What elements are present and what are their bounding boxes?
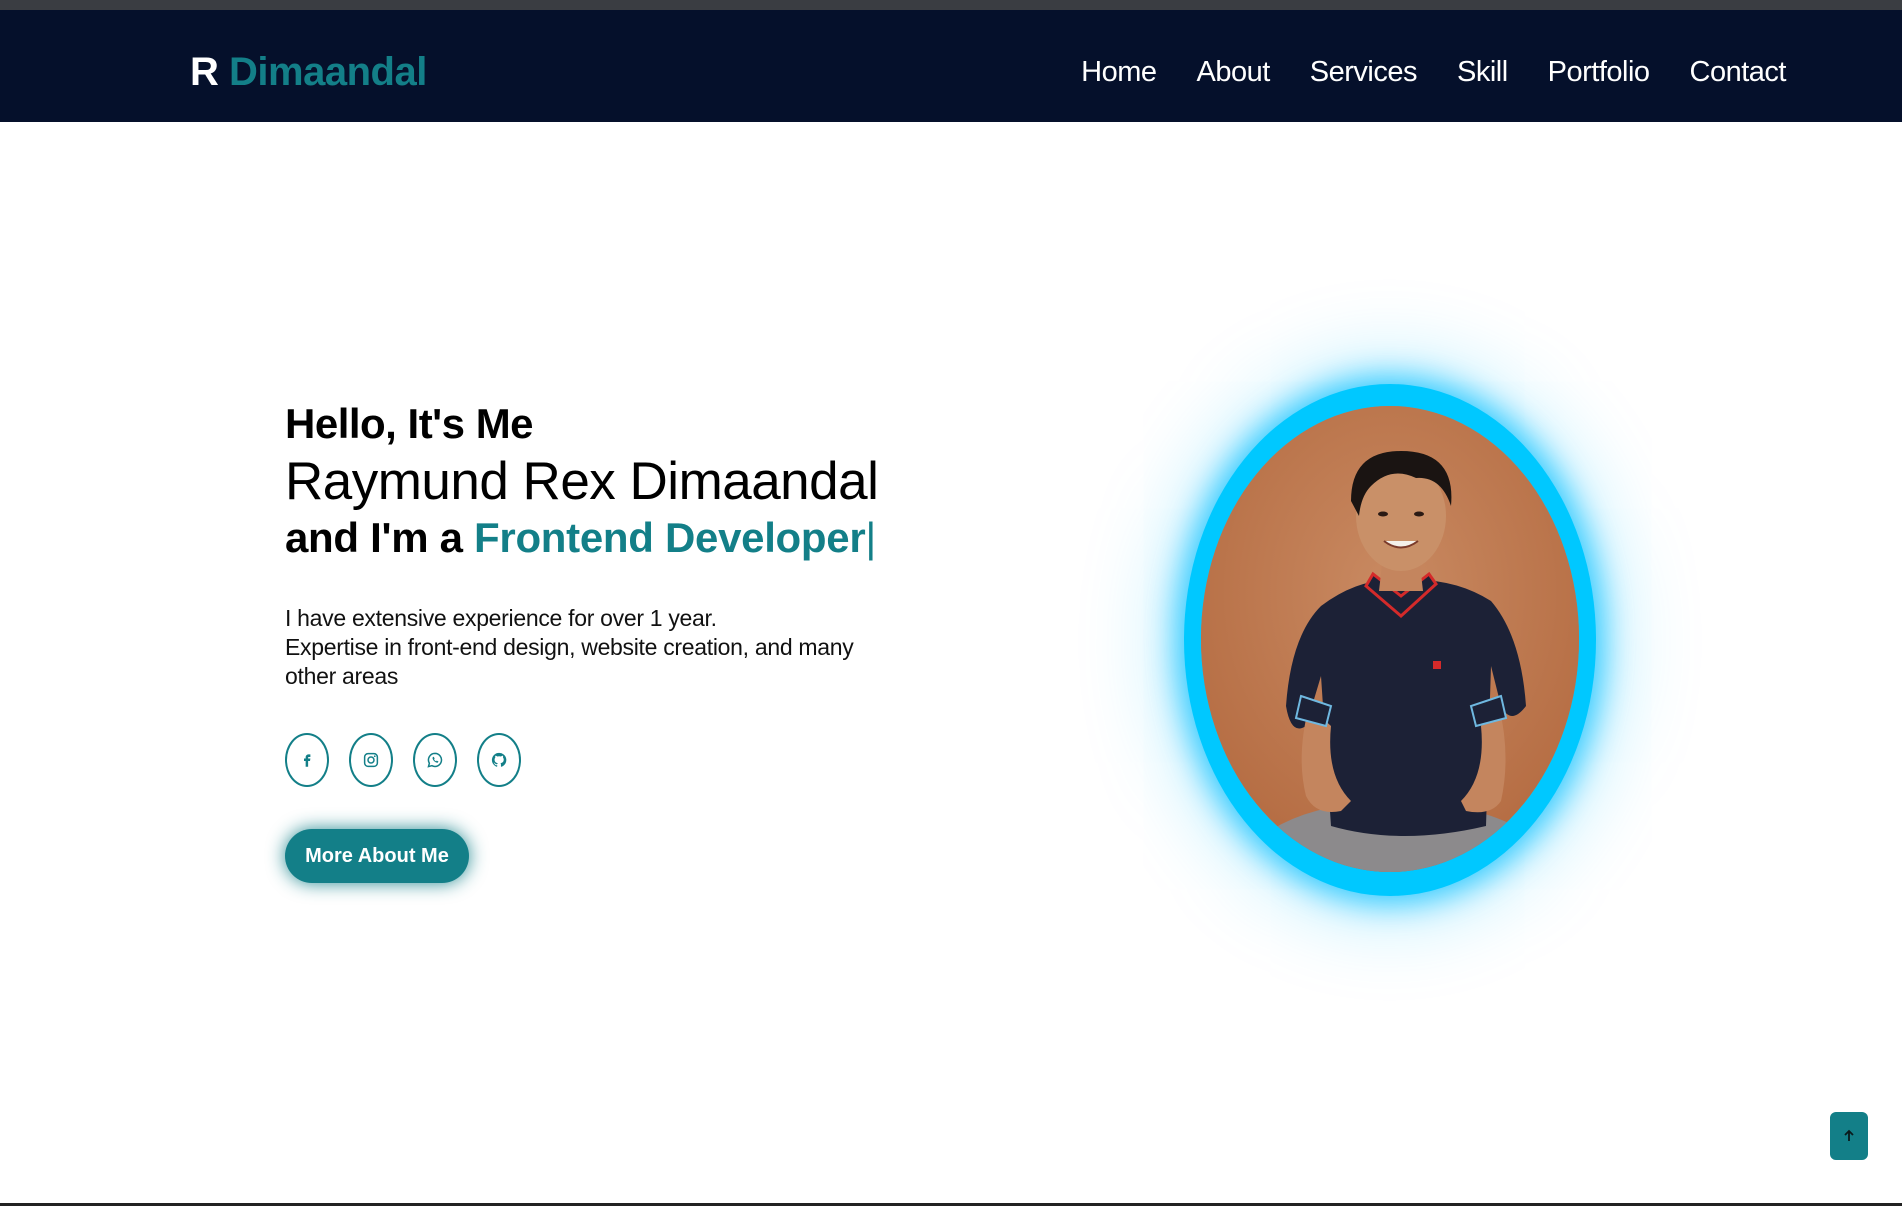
nav-home[interactable]: Home [1081,56,1157,89]
arrow-up-icon [1844,1129,1854,1141]
instagram-icon [363,752,379,768]
role-text: Frontend Developer [474,514,866,561]
nav-services[interactable]: Services [1310,56,1418,89]
typing-cursor: | [865,514,876,561]
nav-contact[interactable]: Contact [1690,56,1787,89]
logo-initial: R [190,50,219,94]
hero-role-line: and I'm a Frontend Developer| [285,512,905,564]
browser-top-strip [0,0,1902,10]
main-nav: Home About Services Skill Portfolio Cont… [1081,56,1786,89]
description-line-2: Expertise in front-end design, website c… [285,634,854,689]
github-link[interactable] [477,733,521,787]
facebook-link[interactable] [285,733,329,787]
site-logo[interactable]: R Dimaandal [190,50,427,95]
logo-name: Dimaandal [229,50,427,94]
github-icon [491,752,507,767]
social-links [285,733,905,787]
whatsapp-link[interactable] [413,733,457,787]
whatsapp-icon [427,752,443,768]
instagram-link[interactable] [349,733,393,787]
hero-name: Raymund Rex Dimaandal [285,452,879,511]
portrait-ring [1184,384,1596,896]
description-line-1: I have extensive experience for over 1 y… [285,605,717,631]
profile-photo [1201,406,1579,872]
facebook-icon [304,754,311,767]
navbar: R Dimaandal Home About Services Skill Po… [0,10,1902,122]
role-prefix: and I'm a [285,514,475,561]
more-about-me-button[interactable]: More About Me [285,829,469,883]
nav-portfolio[interactable]: Portfolio [1548,56,1650,89]
nav-about[interactable]: About [1196,56,1270,89]
person-illustration [1201,406,1579,872]
hero-description: I have extensive experience for over 1 y… [285,604,905,691]
page-bottom-line [0,1203,1902,1206]
scroll-to-top-button[interactable] [1830,1112,1868,1160]
hero-intro: Hello, It's Me Raymund Rex Dimaandal and… [285,398,905,883]
hero-greeting: Hello, It's Me [285,400,534,447]
nav-skill[interactable]: Skill [1457,56,1508,89]
